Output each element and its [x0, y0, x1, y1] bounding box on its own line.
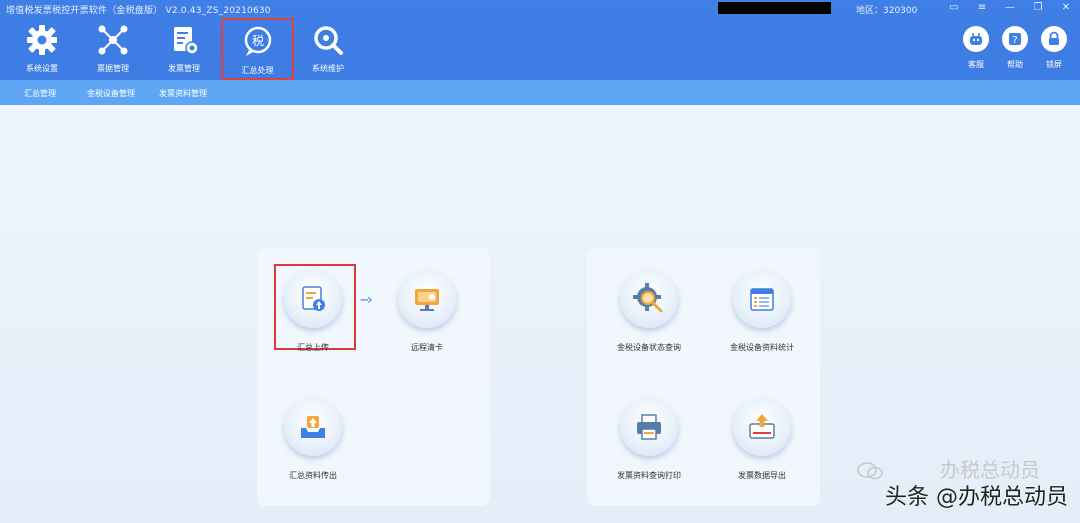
tray-export-icon: [284, 398, 342, 456]
sub-navigation: 汇总管理 金税设备管理 发票资料管理: [0, 80, 1080, 105]
close-icon[interactable]: ✕: [1058, 2, 1074, 14]
gear-search-icon: [620, 270, 678, 328]
invoice-query-print-button[interactable]: 发票资料查询打印: [604, 398, 694, 481]
toolbar-label: 系统维护: [312, 64, 344, 73]
calendar-list-icon: [733, 270, 791, 328]
toolbar-label: 系统设置: [26, 64, 58, 73]
robot-icon: [963, 26, 989, 52]
function-label: 汇总上传: [297, 343, 329, 352]
minimize-icon[interactable]: —: [1002, 2, 1018, 14]
right-tool-label: 锁屏: [1046, 60, 1062, 69]
function-label: 汇总资料传出: [289, 471, 337, 480]
wrench-icon: [308, 20, 348, 60]
function-label: 金税设备资料统计: [730, 343, 794, 352]
arrow-icon: - - ›: [360, 292, 372, 308]
window-controls: ▭ ≡ — ❐ ✕: [946, 2, 1074, 14]
printer-icon: [620, 398, 678, 456]
upload-summary-icon: [284, 270, 342, 328]
function-label: 发票数据导出: [738, 471, 786, 480]
function-label: 发票资料查询打印: [617, 471, 681, 480]
lock-icon: [1041, 26, 1067, 52]
help-icon: ?: [1002, 26, 1028, 52]
invoice-data-export-button[interactable]: 发票数据导出: [717, 398, 807, 481]
main-content: [0, 105, 1080, 523]
toolbar-ticket-management[interactable]: 票据管理: [81, 18, 145, 78]
tax-summary-icon: 税: [238, 22, 278, 62]
toolbar-system-maintenance[interactable]: 系统维护: [296, 18, 360, 78]
device-data-statistics-button[interactable]: 金税设备资料统计: [717, 270, 807, 353]
message-icon[interactable]: ▭: [946, 2, 962, 14]
title-toolbar: 增值税发票税控开票软件（金税盘版） V2.0.43_ZS_20210630 地区…: [0, 0, 1080, 80]
customer-service-button[interactable]: 客服: [956, 26, 996, 70]
device-status-query-button[interactable]: 金税设备状态查询: [604, 270, 694, 353]
subnav-invoice-data-management[interactable]: 发票资料管理: [159, 88, 207, 99]
toolbar-label: 汇总处理: [241, 66, 274, 75]
network-icon: [93, 20, 133, 60]
function-label: 远程清卡: [411, 343, 443, 352]
svg-text:?: ?: [1012, 35, 1017, 46]
function-label: 金税设备状态查询: [617, 343, 681, 352]
toolbar-label: 票据管理: [97, 64, 129, 73]
toolbar-invoice-management[interactable]: 发票管理: [152, 18, 216, 78]
right-tool-label: 帮助: [1007, 60, 1023, 69]
monitor-card-icon: [398, 270, 456, 328]
subnav-summary-management[interactable]: 汇总管理: [24, 88, 56, 99]
watermark-text: 头条 @办税总动员: [885, 485, 1068, 510]
summary-upload-button[interactable]: 汇总上传: [268, 270, 358, 353]
toolbar-summary-processing[interactable]: 税 汇总处理: [221, 18, 294, 80]
gear-icon: [22, 20, 62, 60]
toolbar-label: 发票管理: [168, 64, 200, 73]
right-tool-label: 客服: [968, 60, 984, 69]
svg-text:税: 税: [251, 34, 263, 48]
help-button[interactable]: ? 帮助: [995, 26, 1035, 70]
invoice-icon: [164, 20, 204, 60]
window-title: 增值税发票税控开票软件（金税盘版） V2.0.43_ZS_20210630: [6, 6, 271, 16]
region-label: 地区：320300: [856, 6, 918, 16]
remote-clear-card-button[interactable]: 远程清卡: [382, 270, 472, 353]
lock-screen-button[interactable]: 锁屏: [1034, 26, 1074, 70]
redacted-area: [718, 2, 831, 14]
summary-data-export-button[interactable]: 汇总资料传出: [268, 398, 358, 481]
restore-icon[interactable]: ❐: [1030, 2, 1046, 14]
wechat-logo-icon: [857, 462, 883, 480]
menu-icon[interactable]: ≡: [974, 2, 990, 14]
toolbar-system-settings[interactable]: 系统设置: [10, 18, 74, 78]
subnav-device-management[interactable]: 金税设备管理: [87, 88, 135, 99]
export-data-icon: [733, 398, 791, 456]
